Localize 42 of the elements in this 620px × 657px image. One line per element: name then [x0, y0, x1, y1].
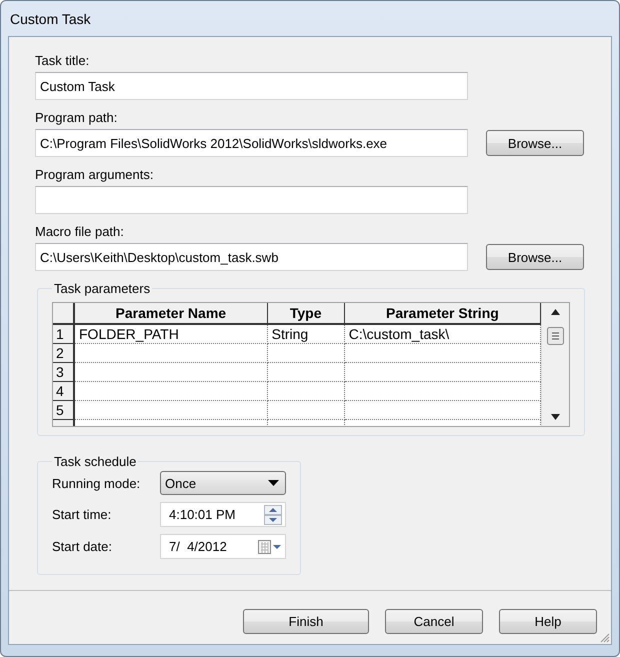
dialog-button[interactable]: Cancel [385, 609, 483, 634]
vertical-scrollbar[interactable] [541, 303, 569, 426]
grid-corner [53, 303, 74, 324]
field-label: Running mode: [52, 476, 142, 490]
scroll-up-icon[interactable] [551, 309, 560, 315]
table-cell[interactable]: String [267, 324, 344, 343]
group-title: Task parameters [53, 281, 152, 296]
window-title: Custom Task [9, 10, 92, 28]
column-header[interactable]: Parameter String [344, 303, 540, 324]
dialog-button[interactable]: Help [499, 609, 597, 634]
field-label: Program path: [35, 110, 118, 125]
field-label: Task title: [35, 53, 90, 68]
row-number: 3 [53, 362, 74, 381]
field-label: Program arguments: [35, 167, 154, 182]
scroll-down-icon[interactable] [551, 414, 560, 420]
text-field[interactable]: C:\Program Files\SolidWorks 2012\SolidWorks\sldworks.exe [35, 129, 468, 157]
field-label: Macro file path: [35, 224, 125, 239]
field-label: Start time: [52, 507, 112, 522]
running-mode-dropdown[interactable]: Once [160, 471, 286, 495]
row-number: 5 [53, 400, 74, 419]
row-number: 2 [53, 343, 74, 362]
time-field[interactable]: 4:10:01 PM [160, 502, 286, 527]
dialog-button[interactable]: Finish [243, 609, 369, 634]
scroll-thumb-icon[interactable] [547, 326, 564, 344]
text-field[interactable]: Custom Task [35, 72, 468, 100]
browse-button[interactable]: Browse... [486, 244, 584, 270]
dropdown-arrow-icon[interactable] [268, 480, 279, 486]
text-field[interactable]: C:\Users\Keith\Desktop\custom_task.swb [35, 243, 468, 271]
spinner-arrows-icon[interactable] [264, 504, 282, 524]
table-cell[interactable]: FOLDER_PATH [74, 324, 268, 343]
row-number: 4 [53, 381, 74, 400]
date-field[interactable]: 7/ 4/2012 [160, 534, 286, 559]
text-field[interactable] [35, 186, 468, 214]
browse-button[interactable]: Browse... [486, 130, 584, 156]
resize-grip-icon[interactable] [598, 631, 610, 643]
field-label: Start date: [52, 539, 113, 554]
row-number: 1 [53, 324, 74, 343]
calendar-icon[interactable] [258, 538, 282, 554]
column-header[interactable]: Parameter Name [74, 303, 268, 324]
table-cell[interactable]: C:\custom_task\ [344, 324, 540, 343]
group-title: Task schedule [53, 454, 138, 469]
column-header[interactable]: Type [267, 303, 344, 324]
